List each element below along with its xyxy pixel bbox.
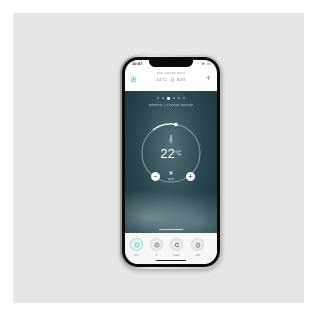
timer-icon: [195, 241, 200, 248]
mode-label: Auto: [173, 253, 180, 257]
mode-auto-button[interactable]: [170, 238, 183, 251]
page-dot[interactable]: [178, 97, 180, 99]
mode-label: Off: [195, 253, 200, 257]
page-dot[interactable]: [157, 97, 159, 99]
page-dot[interactable]: [183, 97, 185, 99]
mode-on-button[interactable]: [130, 238, 143, 251]
phone-frame: 10:57 ·· ≋ ▭ SAN FRANCISCO 13°C 82% + NO…: [120, 55, 222, 269]
dial-handle: [174, 122, 178, 127]
mode-on[interactable]: On: [130, 238, 143, 257]
page-indicator: [125, 96, 217, 100]
page-dot[interactable]: [162, 97, 164, 99]
mode-off-button[interactable]: [191, 238, 204, 251]
mode-s-button[interactable]: [150, 238, 163, 251]
fan-speed: 20%: [167, 177, 174, 181]
outdoor-readings: 13°C 82%: [125, 77, 217, 82]
mode-label: S: [155, 253, 158, 257]
power-icon: [134, 242, 139, 247]
temperature-unit: °C: [174, 151, 182, 157]
mode-s[interactable]: S: [150, 238, 163, 257]
mode-auto[interactable]: Auto: [170, 238, 183, 257]
presentation-background: 10:57 ·· ≋ ▭ SAN FRANCISCO 13°C 82% + NO…: [13, 13, 304, 303]
app-header: SAN FRANCISCO 13°C 82% +: [125, 69, 217, 91]
cloud-backdrop: [125, 181, 217, 233]
home-indicator[interactable]: [156, 259, 186, 261]
mode-off[interactable]: Off: [191, 238, 204, 257]
fan-icon: [169, 171, 173, 175]
page-dot-active[interactable]: [167, 96, 170, 100]
signal-battery-icons: ·· ≋ ▭: [196, 61, 211, 66]
fan-icon: [154, 242, 159, 247]
auto-icon: [174, 242, 179, 247]
page-dot[interactable]: [173, 97, 175, 99]
mode-bar: On S Auto Off: [125, 229, 217, 264]
room-name: NORTH | LIVING ROOM: [148, 103, 194, 107]
increase-temp-button[interactable]: +: [186, 172, 195, 181]
humidity-icon: [170, 77, 174, 82]
drawer-handle[interactable]: [159, 229, 183, 230]
status-time: 10:57: [132, 61, 143, 66]
temperature-value: 22: [160, 146, 175, 161]
thermostat-panel: NORTH | LIVING ROOM 22°C − 20% +: [125, 91, 217, 233]
mode-label: On: [134, 253, 139, 257]
current-temperature: 22°C: [125, 147, 217, 161]
humidity-value: 82%: [176, 77, 186, 82]
phone-bezel: 10:57 ·· ≋ ▭ SAN FRANCISCO 13°C 82% + NO…: [122, 57, 220, 267]
app-screen: 10:57 ·· ≋ ▭ SAN FRANCISCO 13°C 82% + NO…: [125, 60, 217, 264]
location-label: SAN FRANCISCO: [156, 71, 186, 75]
thermometer-icon: [169, 135, 173, 143]
outdoor-temperature: 13°C: [156, 77, 167, 82]
add-icon[interactable]: +: [206, 73, 211, 83]
notch: [149, 60, 193, 67]
